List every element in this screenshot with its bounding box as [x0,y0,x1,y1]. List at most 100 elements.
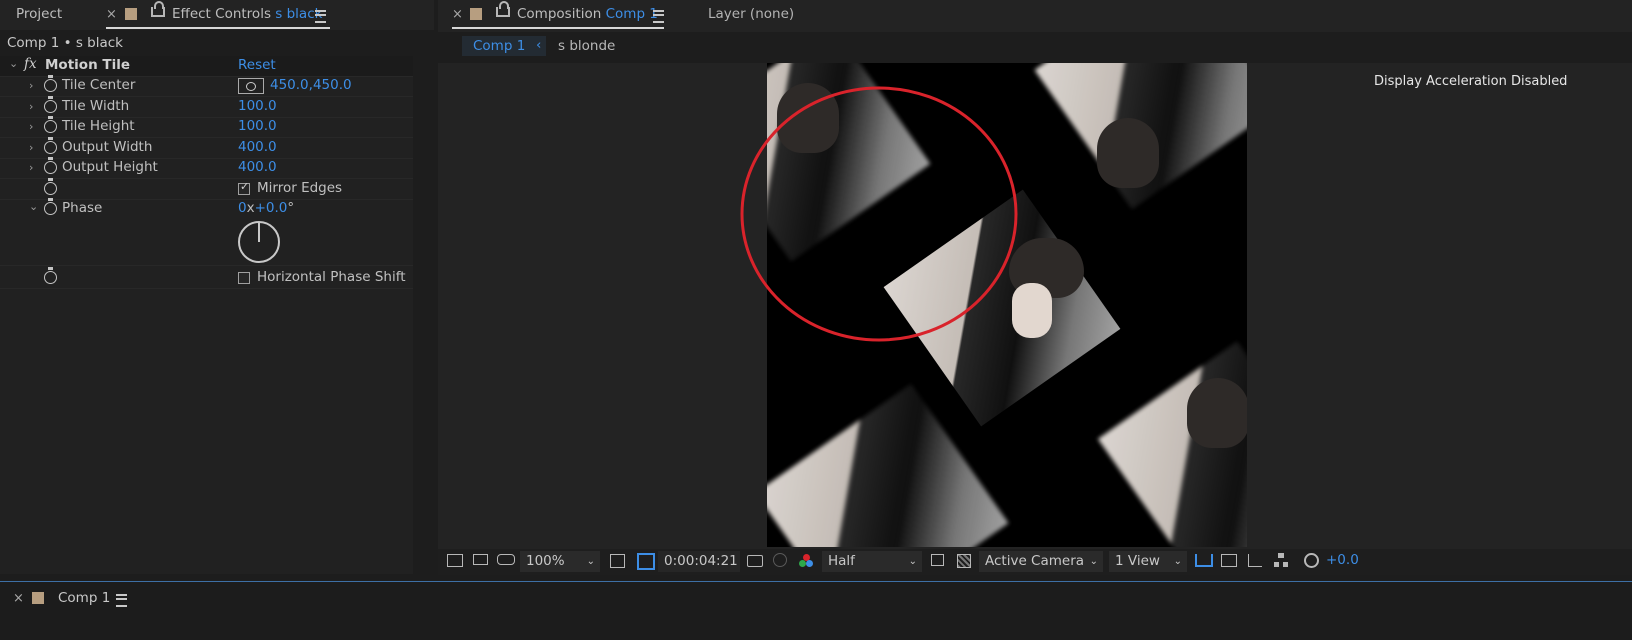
tiled-photo-hair [1097,118,1159,188]
label-color-swatch[interactable] [470,8,482,20]
grid-guides-icon[interactable] [610,554,625,568]
property-value[interactable]: 400.0 [238,159,277,175]
panel-menu-icon[interactable] [116,594,127,607]
property-value[interactable]: 450.0,450.0 [270,77,352,93]
close-icon[interactable]: × [13,591,24,606]
resolution-dropdown[interactable]: Half ⌄ [822,551,922,572]
effect-header-row: ⌄ fx Motion Tile Reset [0,56,413,77]
property-row-horizontal-phase-shift: Horizontal Phase Shift [0,267,413,289]
horizontal-phase-shift-label: Horizontal Phase Shift [257,269,406,285]
property-name: Output Width [62,139,153,155]
monitor-icon[interactable] [473,554,488,565]
property-value[interactable]: 100.0 [238,118,277,134]
property-name: Tile Width [62,98,130,114]
phase-degrees: +0.0 [254,200,288,216]
effect-controls-breadcrumb: Comp 1 • s black [7,35,123,51]
chevron-right-icon[interactable]: › [29,161,33,174]
stopwatch-icon[interactable] [44,116,57,133]
chevron-right-icon: › [29,79,34,92]
reset-exposure-icon[interactable] [1304,553,1319,568]
angle-dial[interactable] [238,221,280,263]
tab-effect-controls[interactable]: Effect Controls s black [172,6,322,22]
property-row-tile-width: › Tile Width 100.0 [0,96,413,118]
tab-composition-name: Comp 1 [605,6,658,22]
close-icon[interactable]: × [452,7,463,22]
flowchart-icon[interactable] [1274,553,1288,567]
annotation-circle [740,86,1018,342]
crosshair-point-icon[interactable] [238,78,264,94]
region-of-interest-icon[interactable] [637,553,655,570]
breadcrumb-comp-1[interactable]: Comp 1 ‹ [462,36,546,56]
lock-icon[interactable] [496,1,510,17]
mask-visibility-icon[interactable] [497,554,515,565]
chevron-down-icon[interactable]: ⌄ [9,57,18,70]
show-snapshot-icon[interactable] [773,553,787,567]
tab-composition[interactable]: Composition Comp 1 [517,6,658,22]
panel-menu-icon[interactable] [653,10,664,23]
property-row-output-width: › Output Width 400.0 [0,137,413,159]
tab-layer[interactable]: Layer (none) [708,6,794,22]
chevron-right-icon[interactable]: › [29,120,33,133]
reset-link[interactable]: Reset [238,57,276,73]
phase-value[interactable]: 0x+0.0° [238,200,294,216]
view-layout-value: 1 View [1115,553,1160,569]
chevron-right-icon[interactable]: › [29,100,33,113]
property-value[interactable]: 400.0 [238,139,277,155]
transparency-grid-icon[interactable] [957,554,971,568]
stopwatch-icon[interactable] [44,267,57,284]
exposure-value[interactable]: +0.0 [1326,552,1359,568]
tab-project[interactable]: Project [16,6,62,22]
phase-x: x [246,200,255,216]
always-preview-icon[interactable] [447,554,463,567]
property-row-tile-center: › Tile Center 450.0,450.0 [0,75,413,97]
effect-controls-tabbar: Project × Effect Controls s black [0,0,434,30]
horizontal-phase-shift-checkbox[interactable] [238,272,250,284]
degree-sign: ° [287,200,295,216]
tab-composition-label: Composition [517,6,602,22]
breadcrumb-s-blonde[interactable]: s blonde [558,38,615,54]
property-row-tile-height: › Tile Height 100.0 [0,116,413,138]
active-tab-underline [106,27,330,29]
fast-previews-icon[interactable] [931,554,944,566]
comp-breadcrumb-bar: Comp 1 ‹ s blonde [438,33,1632,62]
magnification-dropdown[interactable]: 100% ⌄ [520,551,600,572]
property-value[interactable]: 100.0 [238,98,277,114]
property-name: Tile Height [62,118,135,134]
property-name: Output Height [62,159,158,175]
timeline-icon[interactable] [1248,554,1262,567]
resolution-value: Half [828,553,855,569]
stopwatch-icon[interactable] [44,137,57,154]
chevron-down-icon: ⌄ [1089,556,1098,567]
panel-menu-icon[interactable] [315,10,326,23]
stopwatch-icon[interactable] [44,157,57,174]
close-icon[interactable]: × [106,7,117,22]
chevron-right-icon[interactable]: › [29,141,33,154]
label-color-swatch[interactable] [32,592,44,604]
property-row-mirror-edges: ✓ Mirror Edges [0,178,413,200]
camera-dropdown[interactable]: Active Camera ⌄ [979,551,1103,572]
fx-icon[interactable]: fx [24,56,37,72]
view-layout-dropdown[interactable]: 1 View ⌄ [1109,551,1187,572]
fast-preview-render-icon[interactable] [1221,554,1237,567]
camera-value: Active Camera [985,553,1085,569]
color-channels-icon[interactable] [799,554,813,568]
chevron-down-icon: ⌄ [586,556,595,567]
viewer-toolbar: 100% ⌄ 0:00:04:21 Half ⌄ Active Camera ⌄… [438,549,1632,575]
effect-name: Motion Tile [45,57,130,73]
mirror-edges-checkbox[interactable]: ✓ [238,180,250,195]
label-color-swatch[interactable] [125,8,137,20]
property-name: Tile Center [62,77,136,93]
pixel-aspect-icon[interactable] [1195,554,1213,567]
effect-controls-panel: ⌄ fx Motion Tile Reset › Tile Center 450… [0,56,413,574]
stopwatch-icon[interactable] [44,96,57,113]
camera-snapshot-icon[interactable] [747,555,763,567]
stopwatch-icon[interactable] [44,75,57,92]
lock-icon[interactable] [151,1,165,17]
tab-timeline-comp-1[interactable]: Comp 1 [58,590,110,606]
chevron-left-icon: ‹ [536,37,542,53]
stopwatch-icon[interactable] [44,198,57,215]
tab-effect-controls-label: Effect Controls [172,6,271,22]
chevron-down-icon[interactable]: ⌄ [29,200,38,213]
current-time-field[interactable]: 0:00:04:21 [658,551,740,572]
stopwatch-icon[interactable] [44,178,57,195]
